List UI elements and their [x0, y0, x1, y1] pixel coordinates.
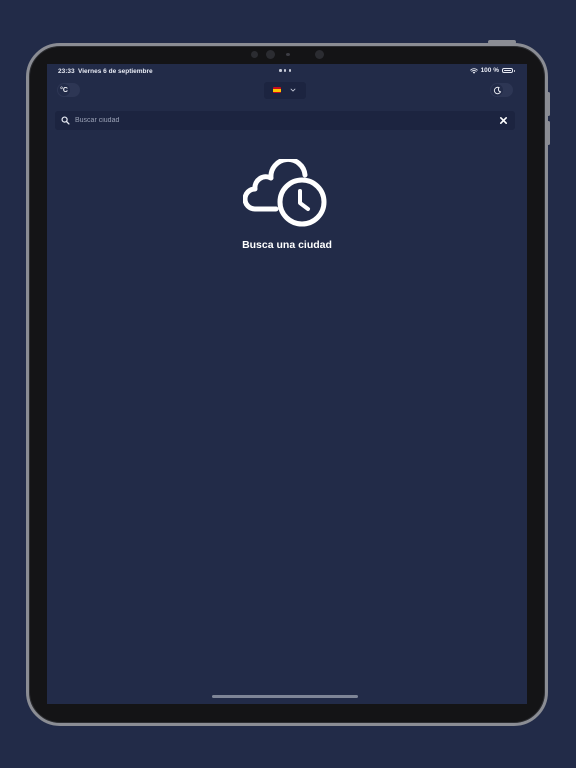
chevron-down-icon [290, 88, 296, 92]
sensor-dot-icon [286, 53, 290, 56]
search-bar[interactable] [55, 111, 515, 130]
status-indicators: 100 % [469, 67, 515, 74]
dark-mode-toggle[interactable] [490, 83, 513, 97]
magnifier-icon [61, 116, 70, 125]
multitasking-dots-icon[interactable] [279, 69, 291, 72]
home-indicator[interactable] [212, 695, 358, 698]
flash-icon [315, 50, 324, 59]
language-selector[interactable] [264, 82, 306, 99]
empty-state: Busca una ciudad [47, 159, 527, 251]
status-time: 23:33 [58, 68, 75, 75]
close-icon[interactable] [499, 116, 508, 125]
wifi-icon [469, 67, 478, 74]
empty-state-title: Busca una ciudad [242, 239, 332, 251]
search-input[interactable] [75, 111, 475, 130]
moon-icon [491, 84, 503, 96]
camera-bar [0, 50, 576, 60]
sensor-icon [251, 51, 258, 58]
status-bar: 23:33 Viernes 6 de septiembre 100 % [47, 64, 527, 78]
cloud-clock-icon [243, 159, 327, 227]
celsius-icon: °C [58, 84, 70, 96]
spain-flag-icon [273, 87, 281, 93]
app-screen: 23:33 Viernes 6 de septiembre 100 % °C B… [47, 64, 527, 704]
battery-icon [502, 68, 515, 73]
status-date: Viernes 6 de septiembre [78, 68, 153, 75]
temperature-unit-toggle[interactable]: °C [57, 83, 80, 97]
battery-percentage: 100 % [480, 67, 499, 74]
camera-icon [266, 50, 275, 59]
